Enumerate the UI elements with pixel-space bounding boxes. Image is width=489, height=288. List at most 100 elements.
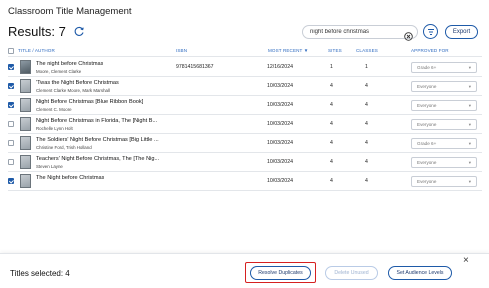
approved-for-select[interactable]: Everyone ▾ [411,100,477,111]
row-sites: 1 [330,64,333,70]
row-sites: 4 [330,159,333,165]
row-title[interactable]: 'Twas the Night Before Christmas [36,80,119,86]
row-checkbox[interactable] [8,121,14,127]
export-button[interactable]: Export [445,25,478,39]
set-audience-levels-button[interactable]: Set Audience Levels [388,266,452,280]
chevron-down-icon: ▾ [468,103,471,108]
chevron-down-icon: ▾ [468,141,471,146]
book-cover-image [20,117,31,131]
row-author: Christine Ford, Trish Holland [36,144,92,150]
book-cover-image [20,155,31,169]
book-cover-image [20,98,31,112]
row-author: Moore, Clement Clarke [36,68,82,74]
chevron-down-icon: ▾ [468,122,471,127]
row-title[interactable]: The Night before Christmas [36,175,104,181]
chevron-down-icon: ▾ [468,160,471,165]
column-isbn[interactable]: ISBN [176,48,187,53]
row-sites: 4 [330,178,333,184]
row-classes: 1 [365,64,368,70]
row-classes: 4 [365,83,368,89]
row-date: 10/03/2024 [267,178,293,184]
row-classes: 4 [365,159,368,165]
row-author: Rochelle Lynn Holt [36,125,73,131]
column-most-recent-label: Most Recent [268,48,303,53]
row-sites: 4 [330,121,333,127]
row-classes: 4 [365,178,368,184]
table-row[interactable]: The Night before Christmas 10/03/2024 4 … [8,172,482,191]
resolve-duplicates-highlight [245,262,316,283]
clear-search-icon[interactable] [404,28,413,41]
approved-for-value: Everyone [417,103,437,108]
results-header: Results: 7 [8,24,85,39]
approved-for-value: Everyone [417,84,437,89]
filter-button[interactable] [423,24,438,39]
select-all-checkbox[interactable] [8,48,14,54]
column-sites[interactable]: Sites [328,48,342,53]
row-title[interactable]: Night Before Christmas [Blue Ribbon Book… [36,99,143,105]
approved-for-select[interactable]: Everyone ▾ [411,81,477,92]
table-row[interactable]: The Soldiers' Night Before Christmas [Bi… [8,134,482,153]
column-classes[interactable]: Classes [356,48,378,53]
row-checkbox[interactable] [8,140,14,146]
row-classes: 4 [365,121,368,127]
titles-selected-count: Titles selected: 4 [10,269,70,278]
approved-for-select[interactable]: Grade 6+ ▾ [411,138,477,149]
sort-desc-icon: ▼ [303,48,309,53]
row-title[interactable]: Night Before Christmas in Florida, The [… [36,118,157,124]
row-checkbox[interactable] [8,64,14,70]
close-icon[interactable]: × [463,256,469,266]
page-title: Classroom Title Management [8,6,132,17]
approved-for-value: Everyone [417,160,437,165]
search-input[interactable] [310,29,402,35]
row-isbn: 9781415681367 [176,64,214,70]
filter-icon [427,23,435,41]
row-author: Clement Clarke Moore, Mark Marshall [36,87,110,93]
table-row[interactable]: Teachers' Night Before Christmas, The [T… [8,153,482,172]
row-title[interactable]: The Soldiers' Night Before Christmas [Bi… [36,137,159,143]
approved-for-select[interactable]: Everyone ▾ [411,176,477,187]
chevron-down-icon: ▾ [468,179,471,184]
search-field[interactable] [302,25,418,41]
row-title[interactable]: Teachers' Night Before Christmas, The [T… [36,156,159,162]
column-title-author[interactable]: Title / Author [18,48,55,53]
row-title[interactable]: The night before Christmas [36,61,103,67]
row-author: Steven Layne [36,163,63,169]
chevron-down-icon: ▾ [468,84,471,89]
row-date: 10/03/2024 [267,102,293,108]
delete-unused-button: Delete Unused [325,266,378,280]
column-approved-for[interactable]: Approved For [411,48,449,53]
approved-for-value: Everyone [417,179,437,184]
approved-for-select[interactable]: Grade 6+ ▾ [411,62,477,73]
row-sites: 4 [330,102,333,108]
column-most-recent[interactable]: Most Recent ▼ [268,48,308,53]
book-cover-image [20,136,31,150]
approved-for-value: Grade 6+ [417,65,437,70]
row-checkbox[interactable] [8,159,14,165]
row-author: Clement C. Moore [36,106,72,112]
approved-for-value: Everyone [417,122,437,127]
row-date: 10/03/2024 [267,140,293,146]
results-count: Results: 7 [8,24,66,39]
row-checkbox[interactable] [8,102,14,108]
chevron-down-icon: ▾ [468,65,471,70]
row-checkbox[interactable] [8,178,14,184]
book-cover-image [20,174,31,188]
row-date: 10/03/2024 [267,83,293,89]
book-cover-image [20,79,31,93]
table-row[interactable]: Night Before Christmas [Blue Ribbon Book… [8,96,482,115]
table-row[interactable]: 'Twas the Night Before Christmas Clement… [8,77,482,96]
approved-for-select[interactable]: Everyone ▾ [411,157,477,168]
refresh-icon[interactable] [73,26,85,38]
table-row[interactable]: The night before Christmas Moore, Clemen… [8,58,482,77]
table-header: Title / Author ISBN Most Recent ▼ Sites … [8,47,482,57]
row-classes: 4 [365,140,368,146]
row-date: 10/03/2024 [267,121,293,127]
approved-for-select[interactable]: Everyone ▾ [411,119,477,130]
row-checkbox[interactable] [8,83,14,89]
row-sites: 4 [330,83,333,89]
approved-for-value: Grade 6+ [417,141,437,146]
row-classes: 4 [365,102,368,108]
table-row[interactable]: Night Before Christmas in Florida, The [… [8,115,482,134]
row-date: 10/03/2024 [267,159,293,165]
book-cover-image [20,60,31,74]
